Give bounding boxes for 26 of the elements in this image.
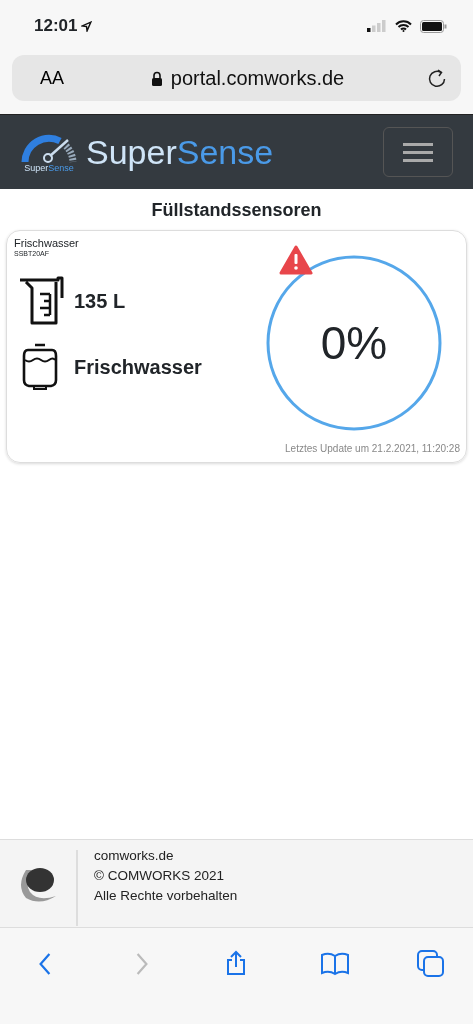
- logo-caption: SuperSense: [24, 163, 74, 173]
- wifi-icon: [395, 20, 412, 32]
- menu-button[interactable]: [383, 127, 453, 177]
- tabs-icon: [417, 950, 447, 978]
- lock-icon: [150, 70, 163, 86]
- tank-name: Frischwasser: [74, 354, 202, 380]
- footer-text: Alle Rechte vorbehalten: [94, 887, 238, 905]
- footer-text: © COMWORKS 2021: [94, 867, 225, 885]
- volume-value: 135 L: [74, 288, 126, 314]
- water-tank-icon: [22, 341, 58, 392]
- back-icon: [39, 953, 51, 975]
- battery-icon: [420, 19, 447, 33]
- sensor-name: Frischwasser: [14, 237, 80, 250]
- book-icon: [320, 950, 351, 978]
- brand-name[interactable]: SuperSense: [86, 135, 274, 169]
- forward-icon: [135, 953, 148, 975]
- footer-text: comworks.de: [94, 847, 175, 865]
- clock-time: 12:01: [34, 15, 78, 38]
- page-title: Füllstandssensoren: [151, 200, 322, 220]
- url-text[interactable]: portal.comworks.de: [170, 63, 345, 93]
- reload-icon[interactable]: [427, 68, 447, 88]
- location-arrow-icon: [81, 20, 93, 32]
- measuring-jug-icon: [18, 275, 66, 326]
- signal-icon: [367, 20, 387, 32]
- fill-percentage: 0%: [320, 315, 388, 371]
- last-update-text: Letztes Update um 21.2.2021, 11:20:28: [284, 442, 460, 456]
